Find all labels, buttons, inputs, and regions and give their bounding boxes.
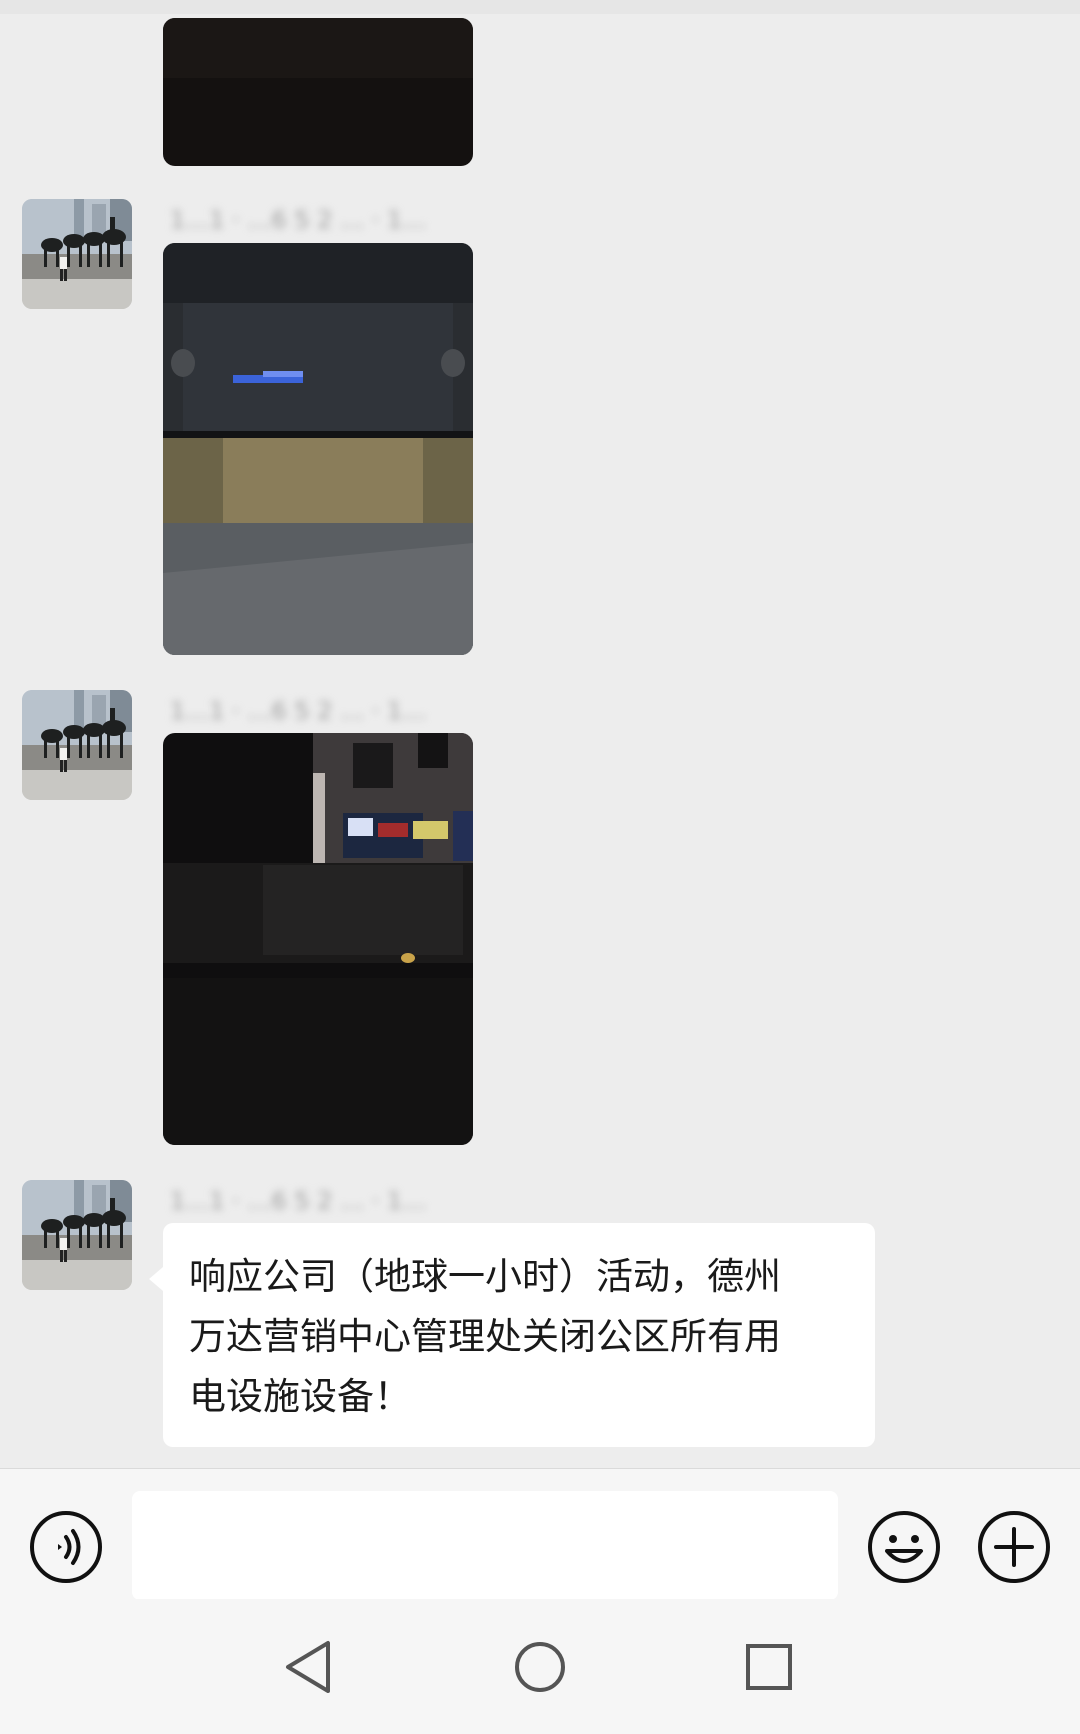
top-divider (0, 0, 1080, 14)
horse-statues-avatar (22, 690, 132, 800)
chat-area[interactable]: 1…1 · …6 5 2 … · 1… 1…1 · …6 5 2 … · 1… … (0, 0, 1080, 1468)
avatar[interactable] (22, 199, 132, 309)
home-circle-icon (515, 1642, 565, 1692)
emoji-button[interactable] (866, 1509, 942, 1585)
emoji-icon (868, 1511, 940, 1583)
system-nav-bar (0, 1599, 1080, 1734)
input-bar (0, 1468, 1080, 1600)
avatar[interactable] (22, 690, 132, 800)
dark-window-night-photo (163, 733, 473, 1145)
voice-icon (30, 1511, 102, 1583)
home-button[interactable] (500, 1627, 580, 1707)
more-button[interactable] (976, 1509, 1052, 1585)
back-button[interactable] (270, 1627, 350, 1707)
sender-name: 1…1 · …6 5 2 … · 1… (170, 697, 427, 725)
voice-button[interactable] (28, 1509, 104, 1585)
back-triangle-icon (286, 1641, 330, 1693)
image-message-3[interactable] (163, 733, 473, 1145)
message-line-1: 响应公司（地球一小时）活动，德州 (189, 1255, 781, 1298)
sender-name: 1…1 · …6 5 2 … · 1… (170, 1187, 427, 1215)
sender-name: 1…1 · …6 5 2 … · 1… (170, 206, 427, 234)
horse-statues-avatar (22, 1180, 132, 1290)
message-input[interactable] (132, 1491, 838, 1600)
text-message-bubble[interactable]: 响应公司（地球一小时）活动，德州 万达营销中心管理处关闭公区所有用 电设施设备！ (149, 1223, 875, 1447)
image-message-1[interactable] (163, 18, 473, 166)
dark-lobby-reception-desk-photo (163, 243, 473, 655)
dark-photo-top-cropped (163, 18, 473, 166)
message-line-3: 电设施设备！ (189, 1375, 411, 1418)
image-message-2[interactable] (163, 243, 473, 655)
recents-square-icon (746, 1644, 792, 1690)
recents-button[interactable] (729, 1627, 809, 1707)
message-line-2: 万达营销中心管理处关闭公区所有用 (189, 1315, 781, 1358)
avatar[interactable] (22, 1180, 132, 1290)
plus-icon (978, 1511, 1050, 1583)
horse-statues-avatar (22, 199, 132, 309)
